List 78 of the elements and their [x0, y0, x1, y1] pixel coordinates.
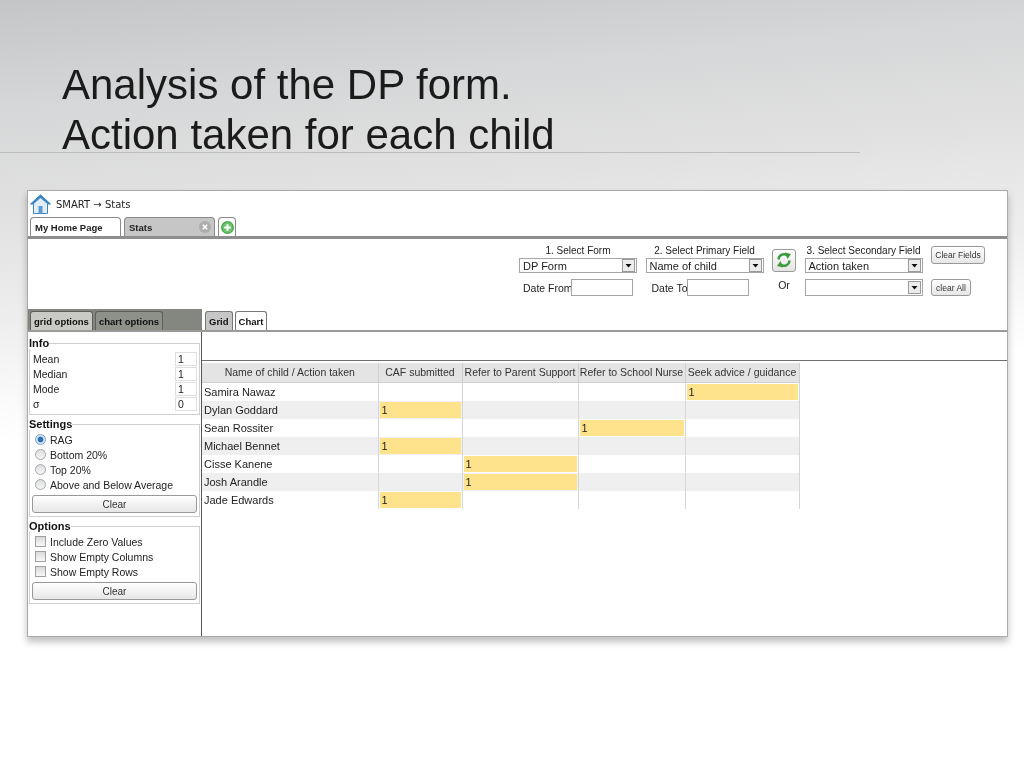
child-name: Michael Bennet	[204, 439, 280, 452]
highlighted-value: 1	[379, 437, 461, 454]
breadcrumb: SMART → Stats	[56, 198, 131, 210]
plus-icon	[220, 220, 234, 234]
close-icon[interactable]	[199, 221, 211, 233]
field-label: 1. Select Form	[545, 244, 611, 257]
panel-tab[interactable]: chart options	[94, 311, 164, 330]
radio-button[interactable]	[35, 449, 46, 460]
caret-icon	[907, 259, 921, 272]
radio-button[interactable]	[35, 464, 46, 475]
stat-label: σ	[33, 397, 40, 410]
slide-title: Analysis of the DP form.	[62, 60, 513, 110]
dropdown[interactable]: Action taken	[804, 258, 923, 273]
slide-title: Action taken for each child	[62, 110, 556, 152]
option-label: Show Empty Columns	[50, 550, 154, 563]
column-header: Refer to School Nurse	[578, 363, 685, 382]
date-to-field[interactable]	[686, 279, 749, 296]
group-title: Options	[29, 520, 71, 532]
child-name: Josh Arandle	[204, 475, 268, 488]
highlighted-value: 1	[463, 473, 577, 490]
column-header: Name of child / Action taken	[202, 363, 378, 382]
page-tab[interactable]: Stats	[124, 217, 215, 236]
add-tab-button[interactable]	[218, 217, 236, 236]
caret-icon	[748, 259, 762, 272]
checkbox[interactable]	[35, 536, 46, 547]
stat-value: 1	[175, 351, 197, 366]
option-label: Include Zero Values	[50, 535, 143, 548]
field-label: 2. Select Primary Field	[654, 244, 755, 257]
panel-tab[interactable]: grid options	[30, 311, 93, 330]
clear-button[interactable]: Clear	[32, 582, 197, 600]
column-header: Refer to Parent Support	[462, 363, 578, 382]
refresh-button[interactable]	[772, 248, 796, 272]
column-header: CAF submitted	[378, 363, 462, 382]
clear-button[interactable]: Clear	[32, 495, 197, 513]
option-label: Top 20%	[50, 463, 91, 476]
child-name: Samira Nawaz	[204, 385, 276, 398]
child-name: Sean Rossiter	[204, 421, 274, 434]
stat-label: Mode	[33, 382, 60, 395]
dropdown[interactable]	[804, 279, 923, 296]
highlighted-value: 1	[686, 383, 798, 400]
option-label: Bottom 20%	[50, 448, 108, 461]
date-to-label: Date To	[650, 281, 687, 294]
view-tab[interactable]: Grid	[205, 311, 233, 330]
group-title: Settings	[29, 418, 73, 430]
group-title: Info	[29, 337, 50, 349]
stat-label: Median	[33, 367, 68, 380]
radio-button[interactable]	[35, 479, 46, 490]
checkbox[interactable]	[35, 566, 46, 577]
highlighted-value: 1	[463, 455, 577, 472]
child-name: Jade Edwards	[204, 493, 274, 506]
field-label: 3. Select Secondary Field	[806, 244, 921, 257]
house-icon[interactable]	[30, 194, 51, 214]
stat-label: Mean	[33, 352, 60, 365]
refresh-icon	[776, 252, 792, 268]
highlighted-value: 1	[579, 419, 684, 436]
stat-value: 0	[175, 396, 197, 411]
column-header: Seek advice / guidance	[685, 363, 799, 382]
stat-value: 1	[175, 366, 197, 381]
date-from-field[interactable]	[571, 279, 633, 296]
radio-button[interactable]	[35, 434, 46, 445]
option-label: Above and Below Average	[50, 478, 173, 491]
clear-all-button[interactable]: clear All	[931, 279, 971, 296]
child-name: Cisse Kanene	[204, 457, 273, 470]
caret-icon	[622, 259, 635, 272]
highlighted-value: 1	[379, 401, 461, 418]
checkbox[interactable]	[35, 551, 46, 562]
stat-value: 1	[175, 381, 197, 396]
or-label: Or	[778, 278, 790, 293]
child-name: Dylan Goddard	[204, 403, 278, 416]
caret-icon	[907, 281, 921, 294]
dropdown[interactable]: DP Form	[519, 258, 637, 273]
view-tab[interactable]: Chart	[234, 311, 268, 330]
option-label: Show Empty Rows	[50, 565, 139, 578]
dropdown[interactable]: Name of child	[645, 258, 764, 273]
page-tab[interactable]: My Home Page	[30, 217, 121, 236]
highlighted-value: 1	[379, 491, 461, 508]
clear-fields-button[interactable]: Clear Fields	[931, 246, 985, 264]
option-label: RAG	[50, 433, 73, 446]
